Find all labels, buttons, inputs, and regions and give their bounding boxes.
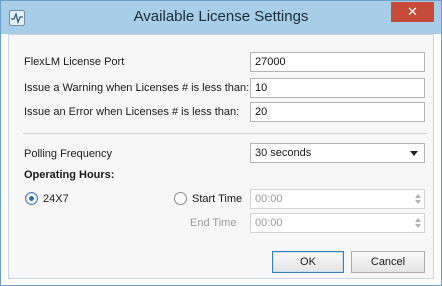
end-time-label: End Time: [190, 217, 237, 229]
spin-up-icon[interactable]: [415, 218, 421, 222]
end-time-spinner[interactable]: 00:00: [250, 213, 425, 233]
dialog-window: Available License Settings ✕ FlexLM Lice…: [0, 0, 442, 286]
warning-threshold-input[interactable]: 10: [250, 78, 425, 98]
close-button[interactable]: ✕: [391, 2, 434, 22]
radio-24x7-label[interactable]: 24X7: [43, 193, 69, 205]
radio-start-time[interactable]: [174, 192, 187, 205]
operating-hours-heading: Operating Hours:: [24, 169, 115, 181]
chevron-down-icon: [410, 151, 418, 156]
spin-down-icon[interactable]: [415, 200, 421, 204]
dialog-content: FlexLM License Port 27000 Issue a Warnin…: [8, 34, 434, 279]
start-time-label[interactable]: Start Time: [192, 193, 242, 205]
start-time-spinner[interactable]: 00:00: [250, 189, 425, 209]
port-label: FlexLM License Port: [24, 56, 125, 68]
start-time-value: 00:00: [255, 193, 283, 205]
polling-label: Polling Frequency: [24, 148, 113, 160]
dialog-title: Available License Settings: [133, 8, 309, 25]
error-threshold-input[interactable]: 20: [250, 102, 425, 122]
spin-down-icon[interactable]: [415, 224, 421, 228]
title-bar[interactable]: Available License Settings ✕: [1, 1, 441, 34]
warning-threshold-label: Issue a Warning when Licenses # is less …: [24, 82, 250, 94]
cancel-button[interactable]: Cancel: [351, 251, 425, 273]
radio-24x7[interactable]: [25, 192, 38, 205]
polling-frequency-value: 30 seconds: [255, 147, 312, 159]
separator: [23, 133, 427, 134]
close-icon: ✕: [407, 4, 418, 19]
spin-up-icon[interactable]: [415, 194, 421, 198]
error-threshold-label: Issue an Error when Licenses # is less t…: [24, 106, 240, 118]
port-input[interactable]: 27000: [250, 52, 425, 72]
polling-frequency-select[interactable]: 30 seconds: [250, 143, 425, 163]
ok-button[interactable]: OK: [272, 251, 344, 273]
end-time-value: 00:00: [255, 217, 283, 229]
